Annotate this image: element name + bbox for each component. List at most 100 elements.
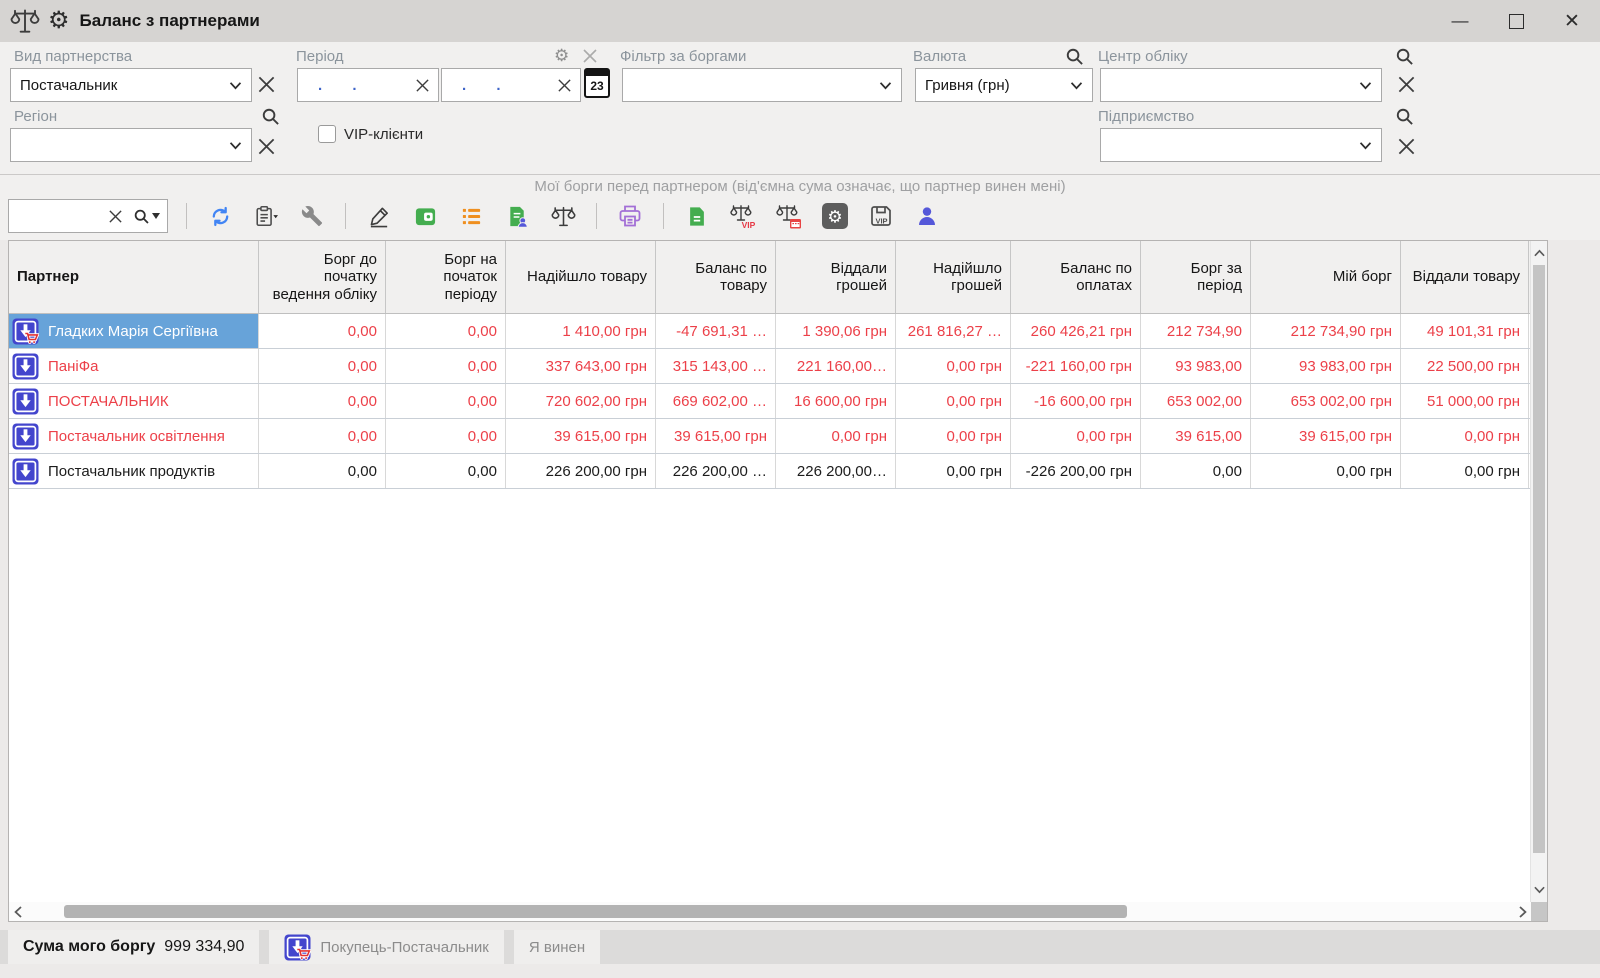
- period-settings-gear-icon[interactable]: ⚙: [554, 47, 569, 64]
- cell: 1 410,00 грн: [506, 314, 656, 348]
- document-person-button[interactable]: [499, 198, 535, 234]
- region-clear-button[interactable]: [254, 134, 278, 158]
- debt-direction-segment: Я винен: [514, 930, 600, 964]
- partnership-clear-button[interactable]: [254, 72, 278, 96]
- horizontal-scrollbar[interactable]: [9, 902, 1532, 921]
- partner-name: Гладких Марія Сергіївна: [48, 323, 218, 340]
- cell: 653 002,00: [1141, 384, 1251, 418]
- partner-type-text: Покупець-Постачальник: [320, 939, 489, 956]
- cell: 315 143,00 …: [656, 349, 776, 383]
- scales-vip-icon: VIP: [730, 204, 756, 229]
- region-search-icon[interactable]: [258, 104, 282, 128]
- vip-clients-checkbox[interactable]: [318, 125, 336, 143]
- scales-button[interactable]: [545, 198, 581, 234]
- horizontal-scroll-thumb[interactable]: [64, 905, 1127, 918]
- table-header-row: ПартнерБорг до початку ведення облікуБор…: [9, 241, 1532, 314]
- cell: 669 602,00 …: [656, 384, 776, 418]
- column-header-2[interactable]: Борг до початку ведення обліку: [259, 241, 386, 313]
- column-header-10[interactable]: Мій борг: [1251, 241, 1401, 313]
- column-header-4[interactable]: Надійшло товару: [506, 241, 656, 313]
- maximize-icon: [1509, 14, 1524, 29]
- enterprise-select[interactable]: [1100, 128, 1382, 162]
- wallet-icon: [414, 205, 437, 228]
- partner-name: Постачальник освітлення: [48, 428, 225, 445]
- wallet-button[interactable]: [407, 198, 443, 234]
- printer-button[interactable]: [612, 198, 648, 234]
- buyer-supplier-icon: [284, 934, 311, 961]
- edit-pencil-button[interactable]: [361, 198, 397, 234]
- scroll-left-icon[interactable]: [9, 902, 27, 921]
- clipboard-icon: [254, 204, 278, 228]
- wrench-button[interactable]: [294, 198, 330, 234]
- scales-vip-button[interactable]: VIP: [725, 198, 761, 234]
- sum-value: 999 334,90: [164, 938, 244, 956]
- chevron-down-icon: [229, 81, 242, 90]
- accounting-center-clear-button[interactable]: [1394, 72, 1418, 96]
- debt-filter-select[interactable]: [622, 68, 902, 102]
- period-from-clear-icon[interactable]: [415, 78, 430, 93]
- refresh-button[interactable]: [202, 198, 238, 234]
- gear-settings-button[interactable]: ⚙: [817, 198, 853, 234]
- currency-select[interactable]: Гривня (грн): [915, 68, 1093, 102]
- column-header-3[interactable]: Борг на початок періоду: [386, 241, 506, 313]
- scroll-up-icon[interactable]: [1531, 243, 1547, 263]
- svg-text:VIP: VIP: [742, 220, 756, 229]
- column-header-6[interactable]: Віддали грошей: [776, 241, 896, 313]
- partner-supplier-icon: [12, 423, 39, 450]
- table-row[interactable]: Гладких Марія Сергіївна0,000,001 410,00 …: [9, 314, 1532, 349]
- period-to-input[interactable]: . .: [441, 68, 581, 102]
- scroll-down-icon[interactable]: [1531, 880, 1547, 900]
- column-header-11[interactable]: Віддали товару: [1401, 241, 1529, 313]
- period-from-input[interactable]: . .: [297, 68, 439, 102]
- vip-clients-label: VIP-клієнти: [344, 126, 423, 143]
- window-title: Баланс з партнерами: [80, 11, 260, 31]
- clipboard-button[interactable]: [248, 198, 284, 234]
- cell: -16 600,00 грн: [1011, 384, 1141, 418]
- column-header-8[interactable]: Баланс по оплатах: [1011, 241, 1141, 313]
- vertical-scroll-thumb[interactable]: [1533, 265, 1545, 853]
- partnership-type-select[interactable]: Постачальник: [10, 68, 252, 102]
- status-bar: Сума мого боргу 999 334,90 Покупець-Пост…: [0, 930, 1600, 964]
- search-icon[interactable]: [133, 208, 160, 225]
- currency-search-icon[interactable]: [1062, 44, 1086, 68]
- table-search-input[interactable]: [8, 199, 168, 233]
- save-vip-icon: VIP: [869, 204, 893, 228]
- maximize-button[interactable]: [1488, 0, 1544, 42]
- table-row[interactable]: Постачальник продуктів0,000,00226 200,00…: [9, 454, 1532, 489]
- orange-list-button[interactable]: [453, 198, 489, 234]
- partner-supplier-icon: [12, 353, 39, 380]
- partner-cell: ПаніФа: [9, 349, 259, 383]
- vertical-scrollbar[interactable]: [1530, 241, 1547, 902]
- cell: 226 200,00 …: [656, 454, 776, 488]
- partnership-type-value: Постачальник: [11, 77, 229, 94]
- period-to-clear-icon[interactable]: [557, 78, 572, 93]
- accounting-center-select[interactable]: [1100, 68, 1382, 102]
- cell: 212 734,90: [1141, 314, 1251, 348]
- region-select[interactable]: [10, 128, 252, 162]
- scroll-right-icon[interactable]: [1514, 902, 1532, 921]
- table-row[interactable]: Постачальник освітлення0,000,0039 615,00…: [9, 419, 1532, 454]
- table-row[interactable]: ПаніФа0,000,00337 643,00 грн315 143,00 ……: [9, 349, 1532, 384]
- column-header-7[interactable]: Надійшло грошей: [896, 241, 1011, 313]
- scales-calendar-button[interactable]: [771, 198, 807, 234]
- cell: 0,00: [386, 454, 506, 488]
- accounting-center-search-icon[interactable]: [1392, 44, 1416, 68]
- minimize-button[interactable]: —: [1432, 0, 1488, 42]
- enterprise-search-icon[interactable]: [1392, 104, 1416, 128]
- cell: 93 983,00 грн: [1251, 349, 1401, 383]
- close-button[interactable]: ✕: [1544, 0, 1600, 42]
- period-clear-button[interactable]: [578, 44, 602, 68]
- cell: 0,00: [386, 384, 506, 418]
- person-button[interactable]: [909, 198, 945, 234]
- column-header-5[interactable]: Баланс по товару: [656, 241, 776, 313]
- person-icon: [916, 205, 938, 227]
- table-row[interactable]: ПОСТАЧАЛЬНИК0,000,00720 602,00 грн669 60…: [9, 384, 1532, 419]
- partnership-type-label: Вид партнерства: [14, 48, 132, 65]
- save-vip-button[interactable]: VIP: [863, 198, 899, 234]
- column-header-9[interactable]: Борг за період: [1141, 241, 1251, 313]
- calendar-icon[interactable]: 23: [584, 68, 610, 98]
- column-header-1[interactable]: Партнер: [9, 241, 259, 313]
- search-clear-icon[interactable]: [108, 209, 123, 224]
- enterprise-clear-button[interactable]: [1394, 134, 1418, 158]
- green-document-button[interactable]: [679, 198, 715, 234]
